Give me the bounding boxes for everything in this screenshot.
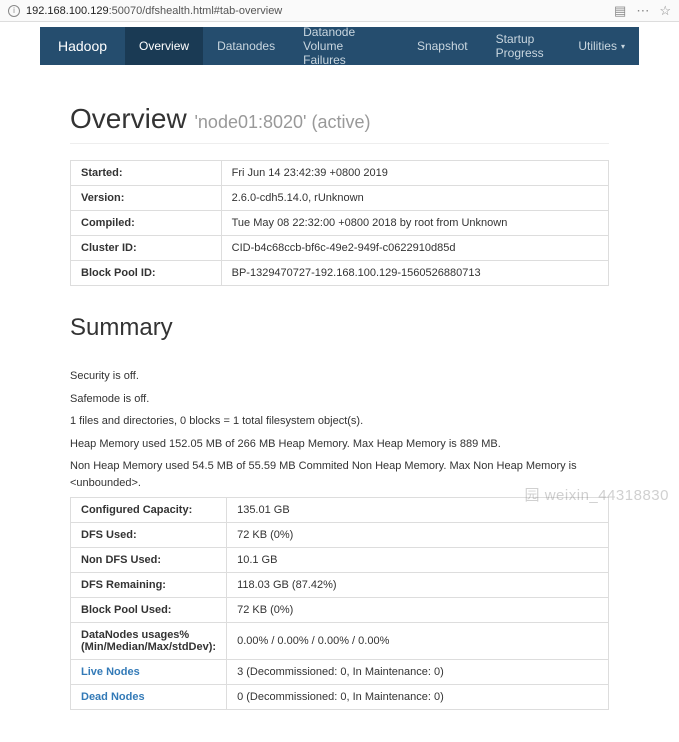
- summary-line: Safemode is off.: [70, 391, 609, 408]
- overview-table: Started:Fri Jun 14 23:42:39 +0800 2019Ve…: [70, 160, 609, 286]
- nav-item-datanodes[interactable]: Datanodes: [203, 27, 289, 65]
- row-key-link[interactable]: Live Nodes: [81, 666, 140, 678]
- table-row: Live Nodes 3 (Decommissioned: 0, In Maint…: [71, 660, 609, 685]
- row-value: 2.6.0-cdh5.14.0, rUnknown: [221, 186, 608, 211]
- row-value: 0.00% / 0.00% / 0.00% / 0.00%: [227, 623, 609, 660]
- table-row: Cluster ID:CID-b4c68ccb-bf6c-49e2-949f-c…: [71, 236, 609, 261]
- summary-line: Non Heap Memory used 54.5 MB of 55.59 MB…: [70, 458, 609, 491]
- table-row: DFS Remaining:118.03 GB (87.42%): [71, 573, 609, 598]
- table-row: Block Pool ID:BP-1329470727-192.168.100.…: [71, 261, 609, 286]
- overview-heading: Overview: [70, 103, 187, 134]
- table-row: Non DFS Used:10.1 GB: [71, 548, 609, 573]
- summary-table: Configured Capacity:135.01 GBDFS Used:72…: [70, 497, 609, 710]
- table-row: Dead Nodes 0 (Decommissioned: 0, In Maint…: [71, 685, 609, 710]
- table-row: Compiled:Tue May 08 22:32:00 +0800 2018 …: [71, 211, 609, 236]
- url-text: 192.168.100.129:50070/dfshealth.html#tab…: [26, 5, 614, 17]
- summary-line: Security is off.: [70, 368, 609, 385]
- row-value: 0 (Decommissioned: 0, In Maintenance: 0): [227, 685, 609, 710]
- row-key: Compiled:: [71, 211, 222, 236]
- table-row: DFS Used:72 KB (0%): [71, 523, 609, 548]
- nav-item-datanode-volume-failures[interactable]: Datanode Volume Failures: [289, 27, 403, 65]
- row-key: DFS Used:: [71, 523, 227, 548]
- row-value: Fri Jun 14 23:42:39 +0800 2019: [221, 161, 608, 186]
- url-path: :50070/dfshealth.html#tab-overview: [109, 5, 283, 17]
- page-title: Overview 'node01:8020' (active): [70, 103, 609, 144]
- info-icon: i: [8, 5, 20, 17]
- top-navbar: Hadoop OverviewDatanodesDatanode Volume …: [40, 27, 639, 65]
- summary-line: 1 files and directories, 0 blocks = 1 to…: [70, 413, 609, 430]
- nav-item-startup-progress[interactable]: Startup Progress: [482, 27, 565, 65]
- url-host: 192.168.100.129: [26, 5, 109, 17]
- reader-icon[interactable]: ▤: [614, 3, 626, 19]
- row-key: Block Pool ID:: [71, 261, 222, 286]
- row-key: Configured Capacity:: [71, 498, 227, 523]
- row-value: 72 KB (0%): [227, 523, 609, 548]
- row-key: Cluster ID:: [71, 236, 222, 261]
- brand[interactable]: Hadoop: [40, 27, 125, 65]
- row-key: Non DFS Used:: [71, 548, 227, 573]
- browser-right-icons: ▤ ⋯ ☆: [614, 3, 671, 19]
- row-key: DataNodes usages% (Min/Median/Max/stdDev…: [71, 623, 227, 660]
- row-key-link[interactable]: Dead Nodes: [81, 691, 145, 703]
- table-row: DataNodes usages% (Min/Median/Max/stdDev…: [71, 623, 609, 660]
- row-key: Block Pool Used:: [71, 598, 227, 623]
- row-value: CID-b4c68ccb-bf6c-49e2-949f-c0622910d85d: [221, 236, 608, 261]
- row-value: 72 KB (0%): [227, 598, 609, 623]
- nav-item-utilities[interactable]: Utilities▾: [564, 27, 639, 65]
- more-icon[interactable]: ⋯: [636, 3, 649, 19]
- row-value: 135.01 GB: [227, 498, 609, 523]
- row-key[interactable]: Dead Nodes: [71, 685, 227, 710]
- summary-line: Heap Memory used 152.05 MB of 266 MB Hea…: [70, 436, 609, 453]
- chevron-down-icon: ▾: [621, 42, 625, 51]
- star-icon[interactable]: ☆: [659, 3, 671, 19]
- nav-item-overview[interactable]: Overview: [125, 27, 203, 65]
- row-value: BP-1329470727-192.168.100.129-1560526880…: [221, 261, 608, 286]
- summary-description: Security is off. Safemode is off. 1 files …: [70, 368, 609, 491]
- overview-sub: 'node01:8020' (active): [194, 112, 370, 132]
- table-row: Started:Fri Jun 14 23:42:39 +0800 2019: [71, 161, 609, 186]
- table-row: Configured Capacity:135.01 GB: [71, 498, 609, 523]
- nav-item-snapshot[interactable]: Snapshot: [403, 27, 482, 65]
- row-value: 10.1 GB: [227, 548, 609, 573]
- browser-address-bar: i 192.168.100.129:50070/dfshealth.html#t…: [0, 0, 679, 22]
- summary-heading: Summary: [70, 314, 609, 350]
- row-key: DFS Remaining:: [71, 573, 227, 598]
- table-row: Block Pool Used:72 KB (0%): [71, 598, 609, 623]
- row-key[interactable]: Live Nodes: [71, 660, 227, 685]
- table-row: Version:2.6.0-cdh5.14.0, rUnknown: [71, 186, 609, 211]
- row-value: 3 (Decommissioned: 0, In Maintenance: 0): [227, 660, 609, 685]
- row-key: Started:: [71, 161, 222, 186]
- row-value: 118.03 GB (87.42%): [227, 573, 609, 598]
- row-value: Tue May 08 22:32:00 +0800 2018 by root f…: [221, 211, 608, 236]
- row-key: Version:: [71, 186, 222, 211]
